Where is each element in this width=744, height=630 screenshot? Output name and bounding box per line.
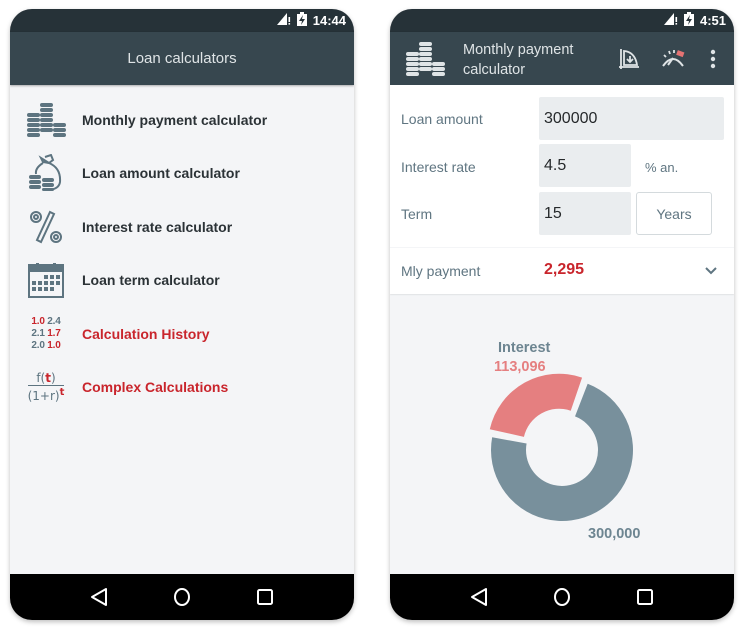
history-num: 2.4 bbox=[47, 315, 61, 327]
history-num: 1.0 bbox=[31, 315, 45, 327]
term-unit-button[interactable]: Years bbox=[636, 192, 712, 235]
history-num: 1.7 bbox=[47, 327, 61, 339]
interest-unit-label: % an. bbox=[645, 160, 679, 175]
calculator-menu: Monthly payment calculator Loan amount c… bbox=[10, 93, 354, 414]
battery-charging-icon bbox=[683, 12, 694, 29]
formula-denominator: (1+r) bbox=[27, 389, 60, 404]
menu-label: Monthly payment calculator bbox=[82, 111, 268, 128]
donut-slice-interest bbox=[489, 373, 583, 437]
menu-item-loan-amount[interactable]: Loan amount calculator bbox=[10, 147, 354, 201]
payment-value: 2,295 bbox=[544, 261, 585, 278]
menu-label: Interest rate calculator bbox=[82, 218, 233, 235]
menu-item-calculation-history[interactable]: 1.0 2.4 2.1 1.7 2.0 1.0 Calculation Hist… bbox=[10, 307, 354, 361]
app-bar: Monthly payment calculator bbox=[390, 32, 734, 85]
menu-label: Calculation History bbox=[82, 325, 210, 342]
history-num: 1.0 bbox=[47, 339, 61, 351]
battery-charging-icon bbox=[296, 12, 307, 29]
coin-stacks-icon bbox=[404, 40, 446, 83]
monthly-payment-row[interactable]: Mly payment 2,295 bbox=[390, 248, 734, 294]
money-bag-icon bbox=[10, 154, 82, 192]
status-time: 4:51 bbox=[699, 13, 726, 28]
menu-item-monthly-payment[interactable]: Monthly payment calculator bbox=[10, 93, 354, 147]
status-time: 14:44 bbox=[312, 13, 346, 28]
menu-label: Complex Calculations bbox=[82, 379, 229, 396]
signal-icon bbox=[276, 13, 291, 28]
status-bar: 14:44 bbox=[10, 9, 354, 32]
term-label: Term bbox=[401, 206, 433, 222]
back-icon[interactable] bbox=[84, 582, 114, 612]
recents-icon[interactable] bbox=[250, 582, 280, 612]
signal-icon bbox=[663, 13, 678, 28]
calendar-icon bbox=[10, 262, 82, 299]
app-title: Monthly payment calculator bbox=[463, 40, 573, 80]
recents-icon[interactable] bbox=[630, 582, 660, 612]
history-num: 2.1 bbox=[31, 327, 45, 339]
loan-amount-label: Loan amount bbox=[401, 111, 483, 127]
navigation-bar bbox=[10, 574, 354, 620]
app-bar: Loan calculators bbox=[10, 32, 354, 85]
app-title-line1: Monthly payment bbox=[463, 42, 574, 58]
interest-rate-input[interactable]: 4.5 bbox=[539, 144, 631, 187]
chevron-down-icon[interactable] bbox=[704, 263, 718, 281]
formula-close: ) bbox=[50, 371, 56, 386]
menu-item-loan-term[interactable]: Loan term calculator bbox=[10, 254, 354, 308]
home-icon[interactable] bbox=[167, 582, 197, 612]
loan-amount-input[interactable]: 300000 bbox=[539, 97, 724, 140]
loan-breakdown-chart: Interest 113,096 300,000 bbox=[390, 294, 734, 574]
navigation-bar bbox=[390, 574, 734, 620]
principal-value-label: 300,000 bbox=[588, 526, 641, 542]
status-bar: 4:51 bbox=[390, 9, 734, 32]
app-title-line2: calculator bbox=[463, 62, 526, 78]
compare-gauge-icon[interactable] bbox=[660, 46, 686, 72]
formula-f: f( bbox=[36, 371, 46, 386]
menu-label: Loan amount calculator bbox=[82, 165, 240, 182]
interest-rate-label: Interest rate bbox=[401, 159, 476, 175]
left-phone-screen: 14:44 Loan calculators Monthly payment c… bbox=[10, 9, 354, 620]
formula-icon: f(t) (1+r)t bbox=[10, 371, 82, 403]
payment-label: Mly payment bbox=[401, 263, 481, 279]
formula-exponent: t bbox=[59, 387, 65, 399]
term-input[interactable]: 15 bbox=[539, 192, 631, 235]
app-title: Loan calculators bbox=[127, 50, 237, 67]
back-icon[interactable] bbox=[464, 582, 494, 612]
menu-item-interest-rate[interactable]: Interest rate calculator bbox=[10, 200, 354, 254]
menu-item-complex-calculations[interactable]: f(t) (1+r)t Complex Calculations bbox=[10, 361, 354, 415]
more-vert-icon[interactable] bbox=[700, 46, 726, 72]
loan-form: Loan amount 300000 Interest rate 4.5 % a… bbox=[390, 85, 734, 247]
donut-chart bbox=[489, 373, 633, 521]
percent-icon bbox=[10, 209, 82, 245]
history-numbers-icon: 1.0 2.4 2.1 1.7 2.0 1.0 bbox=[10, 316, 82, 352]
amortization-chart-icon[interactable] bbox=[616, 46, 642, 72]
coin-stacks-icon bbox=[10, 101, 82, 139]
history-num: 2.0 bbox=[31, 339, 45, 351]
right-phone-screen: 4:51 Monthly payment calculator Loan amo… bbox=[390, 9, 734, 620]
menu-label: Loan term calculator bbox=[82, 272, 220, 289]
home-icon[interactable] bbox=[547, 582, 577, 612]
